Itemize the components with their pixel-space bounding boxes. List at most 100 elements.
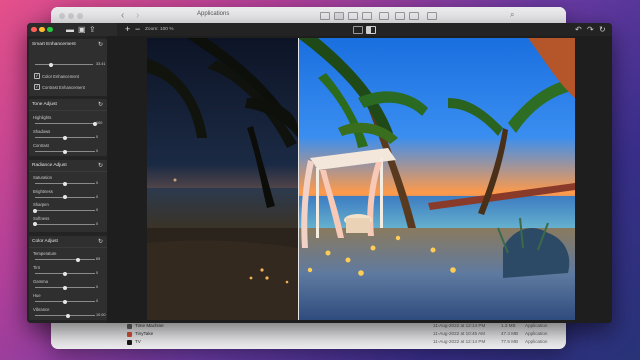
slider-thumb[interactable] [63, 271, 67, 276]
slider-value: 69 [96, 257, 101, 261]
finder-close-button[interactable] [59, 13, 65, 19]
slider-label: Softness [33, 215, 50, 221]
column-view-icon[interactable] [348, 12, 358, 20]
forward-button[interactable]: › [136, 10, 139, 21]
redo-icon[interactable]: ↷ [587, 23, 594, 36]
share-icon[interactable]: ⇪ [89, 24, 96, 35]
original-photo [147, 38, 298, 320]
slider-label: Tint [33, 265, 40, 270]
zoom-out-button[interactable]: − [135, 23, 140, 36]
slider-label: Vibrance [33, 307, 50, 312]
slider-thumb[interactable] [63, 149, 67, 154]
slider-thumb[interactable] [63, 285, 67, 290]
smart-enhancement-slider[interactable] [35, 62, 93, 67]
slider-value: 0 [96, 271, 99, 275]
softness-slider[interactable] [33, 222, 95, 226]
finder-zoom-button[interactable] [77, 13, 83, 19]
slider-thumb[interactable] [63, 195, 67, 199]
tint-slider[interactable] [35, 271, 95, 276]
list-item[interactable]: Time Machine 11-Aug-2022 at 12:14 PM 1.3… [51, 322, 566, 330]
slider-value: 0 [96, 208, 99, 212]
open-folder-icon[interactable]: ▬ [66, 24, 74, 35]
divider [29, 171, 107, 172]
slider-thumb[interactable] [33, 222, 37, 226]
zoom-level: Zoom: 100 % [145, 27, 174, 32]
divider [29, 110, 107, 111]
radiance-adjust-panel: Radiance Adjust ↻ Saturation 0 Brightness 0… [29, 160, 107, 232]
tag-icon[interactable] [409, 12, 419, 20]
panel-title: Radiance Adjust [32, 163, 67, 168]
finder-file-list: Time Machine 11-Aug-2022 at 12:14 PM 1.3… [51, 322, 566, 346]
contrast-enhancement-checkbox[interactable]: ✓ [34, 84, 40, 90]
zoom-in-button[interactable]: + [125, 23, 130, 36]
slider-thumb[interactable] [63, 135, 67, 140]
minimize-button[interactable] [39, 26, 45, 32]
highlights-slider[interactable] [35, 121, 97, 126]
group-icon[interactable] [379, 12, 389, 20]
photo-canvas[interactable] [147, 38, 575, 320]
slider-value: 0 [96, 285, 99, 289]
adjustments-sidebar: Smart Enhancement ↻ 33.41 ✓ Color Enhanc… [27, 36, 107, 323]
share-icon[interactable] [395, 12, 405, 20]
slider-label: Contrast [33, 143, 49, 148]
finder-minimize-button[interactable] [68, 13, 74, 19]
slider-thumb[interactable] [33, 208, 37, 213]
slider-thumb[interactable] [76, 257, 81, 262]
tone-adjust-panel: Tone Adjust ↻ Highlights 100 Shadows 0 Contr… [29, 99, 107, 156]
gallery-view-icon[interactable] [362, 12, 372, 20]
slider-value: 33.41 [96, 62, 106, 66]
slider-value: 0 [96, 149, 99, 153]
checkbox-label: Color Enhancement [42, 74, 80, 79]
reset-icon[interactable]: ↻ [98, 41, 103, 48]
split-view-icon[interactable] [366, 26, 376, 34]
slider-label: Temperature [33, 251, 57, 256]
close-button[interactable] [31, 26, 37, 32]
slider-value: 0 [96, 221, 99, 226]
list-item[interactable]: TV 11-Aug-2022 at 12:14 PM 77.5 MB Appli… [51, 338, 566, 346]
reset-icon[interactable]: ↻ [98, 162, 103, 169]
sharpen-slider[interactable] [33, 208, 95, 213]
panel-title: Tone Adjust [32, 102, 57, 107]
finder-title: Applications [197, 11, 230, 17]
single-view-icon[interactable] [353, 26, 363, 34]
color-enhancement-checkbox[interactable]: ✓ [34, 73, 40, 79]
saturation-slider[interactable] [35, 181, 95, 186]
slider-thumb[interactable] [63, 299, 67, 304]
photo-library-icon[interactable]: ▣ [78, 24, 86, 35]
slider-label: Hue [33, 293, 41, 298]
undo-icon[interactable]: ↶ [575, 23, 582, 36]
slider-thumb[interactable] [49, 62, 54, 67]
slider-value: 0 [96, 299, 99, 303]
reset-all-icon[interactable]: ↻ [599, 23, 606, 36]
panel-title: Smart Enhancement [32, 42, 76, 47]
reset-icon[interactable]: ↻ [98, 101, 103, 108]
shadows-slider[interactable] [35, 135, 95, 140]
app-icon [127, 339, 132, 345]
smart-enhancement-panel: Smart Enhancement ↻ 33.41 ✓ Color Enhanc… [29, 39, 107, 96]
action-icon[interactable] [427, 12, 437, 20]
icon-view-icon[interactable] [320, 12, 330, 20]
slider-label: Sharpen [33, 202, 49, 207]
slider-thumb[interactable] [66, 313, 70, 318]
hue-slider[interactable] [35, 299, 95, 304]
reset-icon[interactable]: ↻ [98, 238, 103, 245]
temperature-slider[interactable] [35, 257, 95, 262]
slider-label: Shadows [33, 129, 51, 134]
split-divider-handle[interactable] [298, 38, 299, 320]
panel-title: Color Adjust [32, 239, 58, 244]
slider-value: 100 [96, 121, 103, 125]
brightness-slider[interactable] [35, 195, 95, 199]
gamma-slider[interactable] [35, 285, 95, 290]
photo-editor-window: ▬ ▣ ⇪ + − Zoom: 100 % ↶ ↷ ↻ Smart Enhanc… [27, 23, 612, 323]
zoom-button[interactable] [47, 26, 53, 32]
vibrance-slider[interactable] [35, 313, 95, 318]
list-view-icon[interactable] [334, 12, 344, 20]
search-icon[interactable]: ⌕ [510, 10, 514, 20]
slider-label: Gamma [33, 279, 48, 284]
back-button[interactable]: ‹ [121, 10, 124, 21]
checkbox-label: Contrast Enhancement [42, 85, 85, 90]
slider-thumb[interactable] [63, 181, 67, 186]
contrast-slider[interactable] [35, 149, 95, 154]
list-item[interactable]: TinyTake 11-Aug-2022 at 10:45 AM 47.4 MB… [51, 330, 566, 338]
enhanced-photo [298, 38, 575, 320]
